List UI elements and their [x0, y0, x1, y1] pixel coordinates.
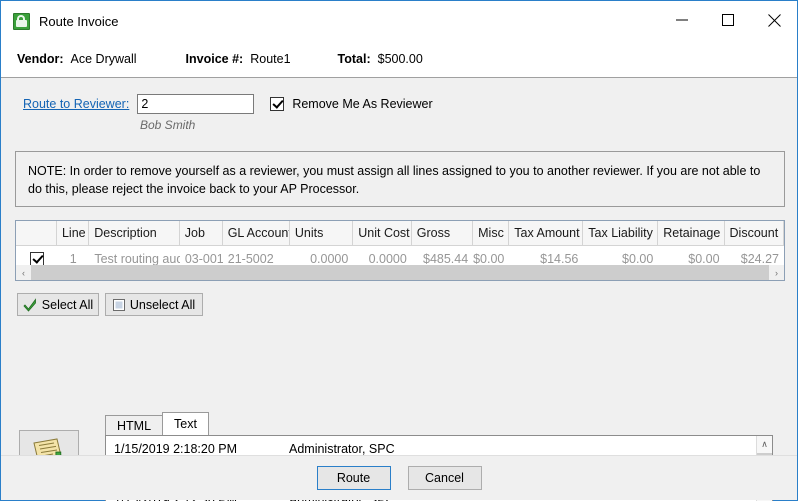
invoice-info-bar: Vendor: Ace Drywall Invoice #: Route1 To… [1, 41, 797, 78]
grid-header-retainage[interactable]: Retainage [658, 221, 725, 245]
checkbox-box[interactable] [270, 97, 285, 111]
dialog-footer: Route Cancel [1, 455, 797, 500]
invoice-lines-grid: Line Description Job GL Account Units Un… [15, 220, 785, 281]
scrollbar-thumb[interactable] [31, 265, 769, 280]
route-button[interactable]: Route [316, 466, 391, 490]
unselect-all-button[interactable]: Unselect All [105, 293, 203, 316]
grid-header-select[interactable] [16, 221, 57, 245]
grid-header-misc[interactable]: Misc [473, 221, 510, 245]
grid-header-tax-amount[interactable]: Tax Amount [509, 221, 584, 245]
scroll-left-icon[interactable]: ‹ [16, 265, 31, 280]
notes-tabs: HTML Text [105, 412, 785, 435]
invoice-number-label: Invoice #: [185, 52, 244, 66]
vendor-value: Ace Drywall [70, 52, 137, 66]
checkbox-box[interactable] [29, 252, 44, 266]
invoice-number-value: Route1 [250, 52, 291, 66]
note-banner-text: NOTE: In order to remove yourself as a r… [28, 164, 761, 196]
tab-text[interactable]: Text [162, 412, 209, 435]
grid-header-discount[interactable]: Discount [725, 221, 784, 245]
empty-box-icon [112, 298, 125, 311]
scroll-right-icon[interactable]: › [769, 265, 784, 280]
unselect-all-label: Unselect All [129, 297, 196, 312]
grid-header-units[interactable]: Units [290, 221, 354, 245]
grid-header-description[interactable]: Description [89, 221, 180, 245]
remove-me-as-reviewer-label: Remove Me As Reviewer [292, 97, 433, 111]
grid-header-job[interactable]: Job [180, 221, 223, 245]
invoice-lock-icon [13, 12, 30, 30]
title-bar: Route Invoice [1, 1, 797, 41]
route-invoice-window: Route Invoice Vendor: Ace Drywall Invoic… [0, 0, 798, 501]
route-to-reviewer-row: Route to Reviewer: Remove Me As Reviewer [1, 92, 797, 116]
window-controls [659, 1, 797, 39]
tab-html[interactable]: HTML [105, 415, 164, 435]
maximize-button[interactable] [705, 1, 751, 39]
dialog-body: Route to Reviewer: Remove Me As Reviewer… [1, 78, 797, 501]
reviewer-name-hint: Bob Smith [140, 118, 196, 132]
total-value: $500.00 [377, 52, 423, 66]
minimize-button[interactable] [659, 1, 705, 39]
close-button[interactable] [751, 1, 797, 39]
grid-header-gross[interactable]: Gross [412, 221, 474, 245]
note-banner: NOTE: In order to remove yourself as a r… [15, 151, 785, 207]
grid-header-row: Line Description Job GL Account Units Un… [16, 221, 784, 246]
select-all-label: Select All [41, 297, 94, 312]
grid-header-line[interactable]: Line [57, 221, 90, 245]
vendor-label: Vendor: [17, 52, 64, 66]
total-label: Total: [337, 52, 371, 66]
grid-header-unit-cost[interactable]: Unit Cost [353, 221, 412, 245]
remove-me-as-reviewer-checkbox[interactable]: Remove Me As Reviewer [270, 97, 433, 111]
reviewer-input[interactable] [137, 94, 255, 114]
grid-horizontal-scrollbar[interactable]: ‹ › [16, 265, 784, 280]
window-title: Route Invoice [39, 13, 119, 29]
grid-header-tax-liability[interactable]: Tax Liability [583, 221, 659, 245]
scroll-up-icon[interactable]: ∧ [757, 436, 772, 452]
route-to-reviewer-link[interactable]: Route to Reviewer: [23, 97, 129, 111]
check-mark-icon [23, 297, 37, 312]
select-all-button[interactable]: Select All [17, 293, 99, 316]
grid-header-gl-account[interactable]: GL Account [223, 221, 290, 245]
cancel-button[interactable]: Cancel [407, 466, 482, 490]
